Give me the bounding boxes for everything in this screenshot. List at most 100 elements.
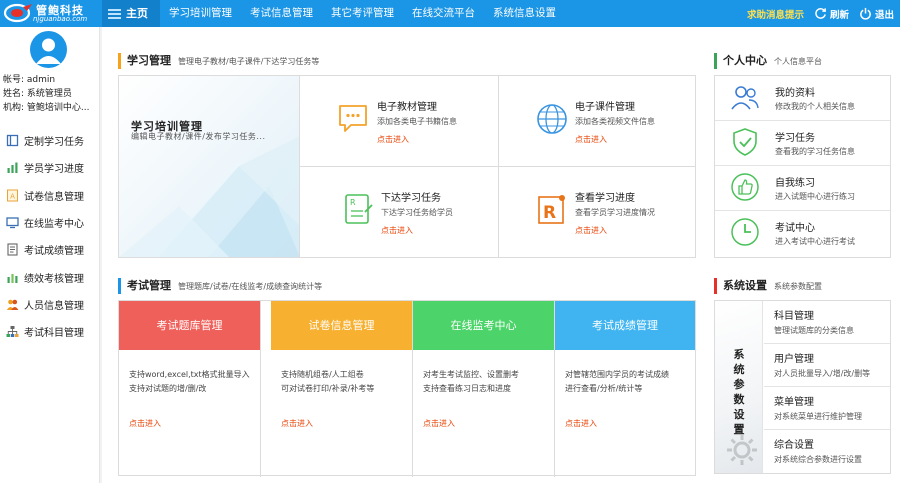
sidebar-item-study-task[interactable]: 定制学习任务: [0, 127, 100, 154]
personal-title: 个人中心: [723, 54, 767, 67]
system-side-label: 系统参数设置: [715, 301, 763, 473]
personal-panel: 我的资料 修改我的个人相关信息 学习任务 查看我的学习任务信息 自我练习 进入试…: [714, 75, 891, 258]
system-item-subject[interactable]: 科目管理 管理试题库的分类信息: [764, 301, 890, 344]
exam-col-score[interactable]: 考试成绩管理 对管辖范围内学员的考试成绩 进行查看/分析/统计等 点击进入: [555, 301, 695, 477]
banner-decoration: [119, 136, 299, 257]
personal-item-profile[interactable]: 我的资料 修改我的个人相关信息: [715, 76, 890, 121]
logout-button[interactable]: 退出: [859, 7, 894, 21]
cell-desc: 查看学员学习进度情况: [575, 208, 655, 217]
cell-title: 电子教材管理: [377, 102, 437, 113]
sys-desc: 对人员批量导入/增/改/删等: [774, 369, 871, 378]
thumbs-up-icon: [731, 173, 759, 201]
system-item-menu[interactable]: 菜单管理 对系统菜单进行维护管理: [764, 387, 890, 430]
enter-link[interactable]: 点击进入: [565, 418, 597, 429]
exam-head[interactable]: 在线监考中心: [413, 301, 554, 350]
user-avatar-icon: [36, 38, 61, 64]
gear-icon: [727, 435, 757, 465]
sidebar-item-people[interactable]: 人员信息管理: [0, 291, 100, 318]
nav-online-chat[interactable]: 在线交流平台: [403, 0, 484, 27]
sidebar-item-paper[interactable]: A 试卷信息管理: [0, 182, 100, 209]
exam-subtitle: 管理题库/试卷/在线监考/成绩查询统计等: [178, 282, 323, 291]
nav-exam[interactable]: 考试信息管理: [241, 0, 322, 27]
nav-other-eval[interactable]: 其它考评管理: [322, 0, 403, 27]
cell-view-progress[interactable]: R 查看学习进度 查看学员学习进度情况 点击进入: [499, 167, 697, 257]
svg-text:A: A: [10, 192, 15, 200]
enter-link[interactable]: 点击进入: [381, 225, 413, 236]
exam-desc: 支持word,excel,txt格式批量导入 支持对试题的增/删/改: [129, 368, 259, 396]
cell-assign-task[interactable]: R 下达学习任务 下达学习任务给学员 点击进入: [301, 167, 499, 257]
enter-link[interactable]: 点击进入: [281, 418, 313, 429]
refresh-label: 刷新: [829, 9, 849, 21]
exam-desc: 对管辖范围内学员的考试成绩 进行查看/分析/统计等: [565, 368, 695, 396]
exam-head[interactable]: 试卷信息管理: [271, 301, 412, 350]
user-info: 帐号: admin 姓名: 系统管理员 机构: 管鲍培训中心...: [3, 73, 98, 115]
personal-item-practice[interactable]: 自我练习 进入试题中心进行练习: [715, 166, 890, 211]
sys-title: 用户管理: [774, 354, 814, 365]
sys-title: 综合设置: [774, 440, 814, 451]
nav-system[interactable]: 系统信息设置: [484, 0, 565, 27]
user-org: 机构: 管鲍培训中心...: [3, 103, 90, 113]
personal-section-title: 个人中心 个人信息平台: [714, 53, 822, 69]
exam-title: 考试管理: [127, 279, 171, 292]
cell-title: 下达学习任务: [381, 193, 441, 204]
exam-panel: 考试题库管理 支持word,excel,txt格式批量导入 支持对试题的增/删/…: [118, 300, 696, 477]
logo: 管鲍科技 njguanbao.com: [0, 0, 100, 27]
study-subtitle: 管理电子教材/电子课件/下达学习任务等: [178, 57, 320, 66]
svg-text:R: R: [543, 203, 556, 223]
enter-link[interactable]: 点击进入: [377, 134, 409, 145]
score-icon: [7, 243, 18, 256]
enter-link[interactable]: 点击进入: [575, 225, 607, 236]
refresh-button[interactable]: 刷新: [814, 7, 849, 21]
sys-desc: 对系统综合参数进行设置: [774, 455, 862, 464]
exam-col-monitor[interactable]: 在线监考中心 对考生考试监控、设置删考 支持查看练习日志和进度 点击进入: [413, 301, 555, 477]
rp-title: 我的资料: [775, 88, 815, 99]
nav-home-label: 主页: [126, 7, 148, 20]
sidebar-item-subject[interactable]: 考试科目管理: [0, 318, 100, 345]
exam-head[interactable]: 考试成绩管理: [555, 301, 695, 350]
system-subtitle: 系统参数配置: [774, 282, 822, 291]
system-item-user[interactable]: 用户管理 对人员批量导入/增/改/删等: [764, 344, 890, 387]
rp-desc: 修改我的个人相关信息: [775, 102, 855, 111]
ebook-chat-icon: [339, 105, 367, 132]
exam-col-question-bank[interactable]: 考试题库管理 支持word,excel,txt格式批量导入 支持对试题的增/删/…: [119, 301, 261, 477]
brand-url: njguanbao.com: [33, 15, 88, 23]
personal-item-exam[interactable]: 考试中心 进入考试中心进行考试: [715, 211, 890, 256]
task-doc-icon: R: [345, 194, 373, 224]
cell-title: 查看学习进度: [575, 193, 635, 204]
sys-title: 科目管理: [774, 311, 814, 322]
exam-head[interactable]: 考试题库管理: [119, 301, 260, 350]
top-actions: 求助消息提示 刷新 退出: [747, 0, 894, 27]
cell-desc: 添加各类视频文件信息: [575, 117, 655, 126]
exam-section-title: 考试管理 管理题库/试卷/在线监考/成绩查询统计等: [118, 278, 322, 294]
personal-item-task[interactable]: 学习任务 查看我的学习任务信息: [715, 121, 890, 166]
enter-link[interactable]: 点击进入: [129, 418, 161, 429]
exam-desc-line: 支持查看练习日志和进度: [423, 384, 511, 393]
rp-desc: 查看我的学习任务信息: [775, 147, 855, 156]
system-item-general[interactable]: 综合设置 对系统综合参数进行设置: [764, 430, 890, 473]
sys-desc: 对系统菜单进行维护管理: [774, 412, 862, 421]
sidebar-item-performance[interactable]: 绩效考核管理: [0, 263, 100, 290]
exam-col-paper[interactable]: 试卷信息管理 支持随机组卷/人工组卷 可对试卷打印/补录/补考等 点击进入: [271, 301, 413, 477]
enter-link[interactable]: 点击进入: [423, 418, 455, 429]
exam-desc-line: 对考生考试监控、设置删考: [423, 370, 519, 379]
user-account: 帐号: admin: [3, 75, 56, 85]
nav-study[interactable]: 学习培训管理: [160, 0, 241, 27]
sidebar-item-monitor[interactable]: 在线监考中心: [0, 209, 100, 236]
side-menu: 定制学习任务 学员学习进度 A 试卷信息管理 在线监考中心 考试成绩管理 绩效考…: [0, 127, 100, 345]
personal-subtitle: 个人信息平台: [774, 57, 822, 66]
nav-home[interactable]: 主页: [102, 0, 160, 27]
enter-link[interactable]: 点击进入: [575, 134, 607, 145]
study-banner[interactable]: 学习培训管理 编辑电子教材/课件/发布学习任务...: [119, 76, 300, 257]
help-message-tip[interactable]: 求助消息提示: [747, 7, 804, 21]
cell-ebook[interactable]: 电子教材管理 添加各类电子书籍信息 点击进入: [301, 76, 499, 166]
sidebar-item-study-progress[interactable]: 学员学习进度: [0, 154, 100, 181]
cell-courseware[interactable]: 电子课件管理 添加各类视频文件信息 点击进入: [499, 76, 697, 166]
cell-desc: 下达学习任务给学员: [381, 208, 453, 217]
svg-text:R: R: [350, 198, 356, 207]
sidebar-item-score[interactable]: 考试成绩管理: [0, 236, 100, 263]
sidebar-item-label: 试卷信息管理: [24, 191, 84, 203]
system-vertical-label: 系统参数设置: [733, 348, 745, 436]
exam-desc: 对考生考试监控、设置删考 支持查看练习日志和进度: [423, 368, 553, 396]
rp-title: 考试中心: [775, 223, 815, 234]
monitor-icon: [6, 217, 19, 229]
